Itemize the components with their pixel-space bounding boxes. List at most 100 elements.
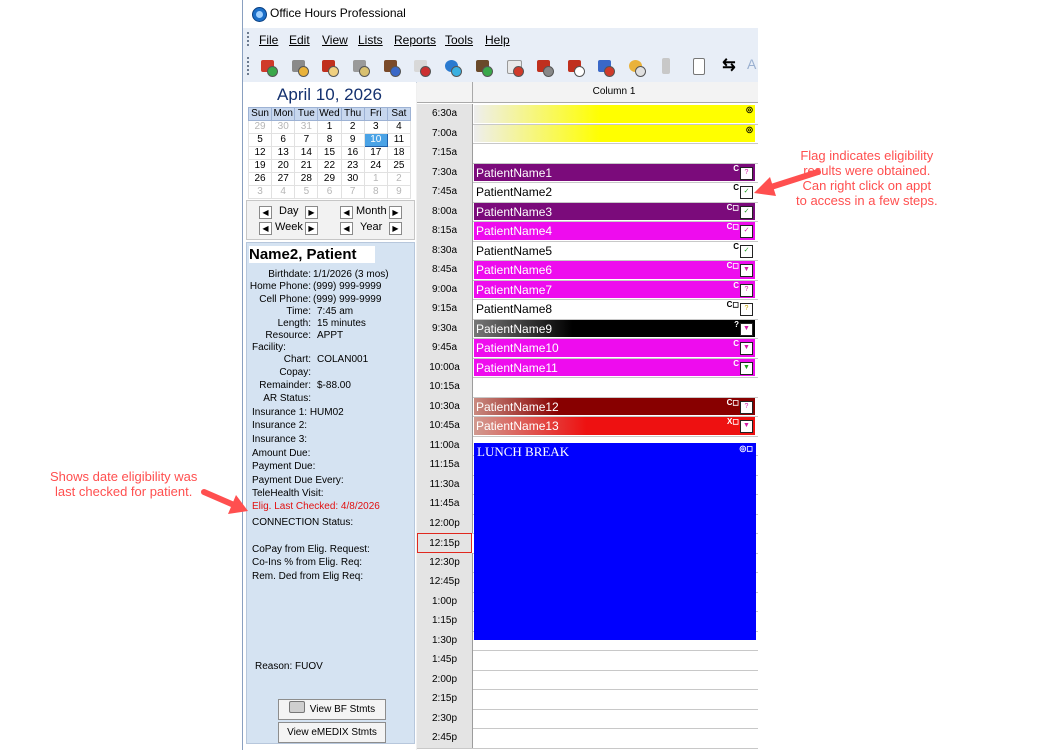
- calendar-day[interactable]: 14: [294, 146, 319, 160]
- calendar-day[interactable]: 15: [317, 146, 342, 160]
- schedule-cell[interactable]: [473, 689, 756, 709]
- calendar-day[interactable]: 6: [271, 133, 296, 147]
- reminder-icon[interactable]: [565, 56, 585, 77]
- calendar-day-selected[interactable]: 10: [363, 133, 388, 147]
- list-icon[interactable]: [688, 56, 708, 76]
- calendar-day[interactable]: 3: [363, 120, 388, 134]
- schedule-cell[interactable]: PatientName7 C?: [473, 280, 756, 300]
- print-icon[interactable]: [595, 56, 615, 77]
- find-icon[interactable]: [289, 56, 309, 77]
- schedule-cell[interactable]: [473, 670, 756, 690]
- calendar-day[interactable]: 2: [340, 120, 365, 134]
- eligibility-flag-icon[interactable]: ▼: [740, 420, 753, 433]
- undo-icon[interactable]: [626, 56, 646, 77]
- appointment-icon[interactable]: [534, 56, 554, 77]
- calendar-day[interactable]: 12: [247, 146, 273, 160]
- menu-lists[interactable]: Lists: [358, 33, 383, 47]
- view-emedix-stmts-button[interactable]: View eMEDIX Stmts: [278, 722, 386, 743]
- appointment-block[interactable]: PatientName4 C◻ ✓: [474, 222, 755, 240]
- schedule-cell[interactable]: PatientName12 C◻?: [473, 397, 756, 417]
- schedule-row[interactable]: 9:45a PatientName10 C ▼: [417, 338, 758, 359]
- calendar-day[interactable]: 11: [386, 133, 412, 147]
- blocked-time-block[interactable]: ◎: [474, 105, 755, 123]
- schedule-row[interactable]: 1:45p: [417, 650, 758, 671]
- calendar-day[interactable]: 24: [363, 159, 388, 173]
- schedule-cell[interactable]: PatientName1 C?: [473, 163, 756, 183]
- schedule-cell[interactable]: [473, 143, 756, 163]
- schedule-row[interactable]: 2:30p: [417, 708, 758, 729]
- eligibility-flag-icon[interactable]: ✓: [740, 225, 753, 238]
- schedule-row[interactable]: 9:30a PatientName9? ▼: [417, 318, 758, 339]
- view-bf-stmts-button[interactable]: View BF Stmts: [278, 699, 386, 720]
- calendar-day[interactable]: 31: [294, 120, 319, 134]
- door-icon[interactable]: [656, 56, 676, 76]
- menu-file[interactable]: File: [259, 33, 278, 47]
- blocked-time-block[interactable]: ◎: [474, 124, 755, 142]
- report-icon[interactable]: [504, 56, 524, 77]
- day-prev-icon[interactable]: ◀: [259, 206, 272, 219]
- calendar-day[interactable]: 21: [294, 159, 319, 173]
- appointment-block[interactable]: PatientName7 C?: [474, 280, 755, 298]
- calendar-day[interactable]: 26: [247, 172, 273, 186]
- calendar-day[interactable]: 23: [340, 159, 365, 173]
- calendar-day[interactable]: 19: [247, 159, 273, 173]
- week-prev-icon[interactable]: ◀: [259, 222, 272, 235]
- schedule-row[interactable]: 7:45a PatientName2 C ✓: [417, 182, 758, 203]
- schedule-row[interactable]: 9:15a PatientName8 C◻?: [417, 299, 758, 320]
- calendar-day[interactable]: 29: [317, 172, 342, 186]
- calendar-day[interactable]: 20: [271, 159, 296, 173]
- menu-edit[interactable]: Edit: [289, 33, 310, 47]
- schedule-cell[interactable]: PatientName2 C ✓: [473, 182, 756, 202]
- schedule-row[interactable]: 10:30a PatientName12 C◻?: [417, 396, 758, 417]
- schedule-row[interactable]: 7:30a PatientName1 C?: [417, 162, 758, 183]
- appointment-block[interactable]: PatientName13 X◻ ▼: [474, 417, 755, 435]
- column-title[interactable]: Column 1: [474, 86, 754, 97]
- schedule-cell[interactable]: PatientName6 C◻ ▼: [473, 260, 756, 280]
- phone-icon[interactable]: [411, 56, 431, 77]
- appointment-block[interactable]: PatientName5 C ✓: [474, 241, 755, 259]
- calendar-day[interactable]: 9: [386, 185, 412, 199]
- users-icon[interactable]: [473, 56, 493, 77]
- appointment-block[interactable]: PatientName11 C ▼: [474, 358, 755, 376]
- schedule-cell[interactable]: PatientName8 C◻?: [473, 299, 756, 319]
- calendar-day[interactable]: 7: [340, 185, 365, 199]
- eligibility-flag-icon[interactable]: ?: [740, 283, 753, 297]
- schedule-row[interactable]: 9:00a PatientName7 C?: [417, 279, 758, 300]
- schedule-cell[interactable]: ◎: [473, 104, 756, 124]
- schedule-cell[interactable]: [473, 650, 756, 670]
- calendar-day[interactable]: 9: [340, 133, 365, 147]
- schedule-cell[interactable]: PatientName13 X◻ ▼: [473, 416, 756, 436]
- patients-icon[interactable]: [381, 56, 401, 77]
- calendar-day[interactable]: 8: [363, 185, 388, 199]
- calendar-day[interactable]: 1: [363, 172, 388, 186]
- schedule-row[interactable]: 2:45p: [417, 728, 758, 749]
- calendar-day[interactable]: 16: [340, 146, 365, 160]
- schedule-cell[interactable]: PatientName11 C ▼: [473, 358, 756, 378]
- schedule-cell[interactable]: [473, 377, 756, 397]
- calendar-day[interactable]: 30: [271, 120, 296, 134]
- calendar-day[interactable]: 25: [386, 159, 412, 173]
- appointment-block[interactable]: PatientName1 C?: [474, 163, 755, 181]
- schedule-icon[interactable]: [350, 56, 370, 77]
- eligibility-flag-icon[interactable]: ▼: [740, 322, 753, 336]
- appointment-block[interactable]: PatientName12 C◻?: [474, 397, 755, 415]
- appointment-block[interactable]: PatientName2 C ✓: [474, 183, 755, 201]
- eligibility-flag-icon[interactable]: ?: [740, 400, 753, 414]
- swap-icon[interactable]: ⇆: [719, 56, 739, 76]
- schedule-row[interactable]: 7:00a ◎: [417, 123, 758, 144]
- appointment-block[interactable]: PatientName8 C◻?: [474, 300, 755, 318]
- eligibility-flag-icon[interactable]: ▼: [740, 264, 753, 277]
- calendar-day[interactable]: 4: [271, 185, 296, 199]
- schedule-cell[interactable]: [473, 728, 756, 748]
- globe-icon[interactable]: [442, 56, 462, 77]
- menu-reports[interactable]: Reports: [394, 33, 436, 47]
- year-next-icon[interactable]: ▶: [389, 222, 402, 235]
- toolbar-grip-icon[interactable]: [247, 57, 251, 75]
- appointment-block[interactable]: PatientName9? ▼: [474, 319, 755, 337]
- eligibility-flag-icon[interactable]: ✓: [740, 244, 753, 258]
- appointment-add-icon[interactable]: [258, 56, 278, 77]
- schedule-row[interactable]: 2:00p: [417, 669, 758, 690]
- patient-book-icon[interactable]: [319, 56, 339, 77]
- calendar-day[interactable]: 6: [317, 185, 342, 199]
- menu-tools[interactable]: Tools: [445, 33, 473, 47]
